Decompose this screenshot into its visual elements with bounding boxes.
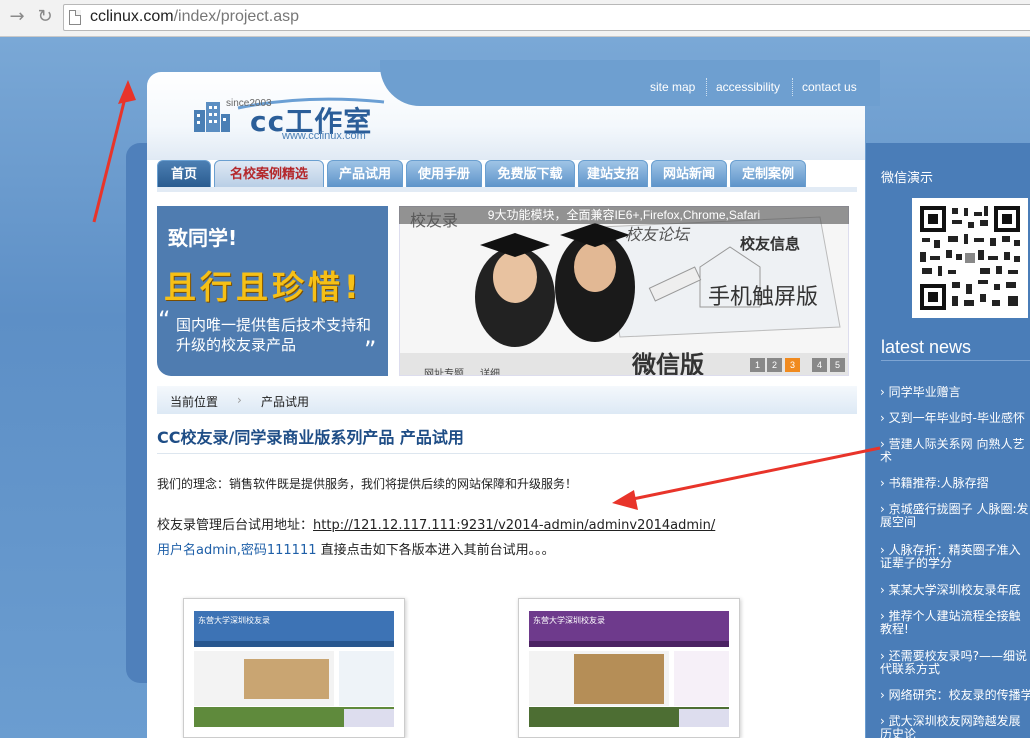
accessibility-link[interactable]: accessibility [716,80,780,94]
news-item-label: 同学毕业赠言 [888,386,961,399]
thumbnail-title: 东营大学深圳校友录 [198,616,270,625]
tab-news[interactable]: 网站新闻 [651,160,727,188]
left-frame-strip [126,143,148,683]
contact-us-link[interactable]: contact us [802,80,857,94]
qr-code-icon [918,204,1022,312]
tab-featured-cases[interactable]: 名校案例精选 [214,160,324,188]
admin-url-line: 校友录管理后台试用地址：http://121.12.117.111:9231/v… [157,514,715,533]
news-item[interactable]: › 又到一年毕业时-毕业感怀 [880,412,1030,425]
banner-overlay-text: 微信版 [632,351,704,376]
latest-news-title: latest news [881,337,972,357]
news-item[interactable]: › 人脉存折：精英圈子准入证辈子的学分 [880,544,1030,572]
news-item[interactable]: › 还需要校友录吗?——细说代联系方式 [880,650,1030,678]
url-text: cclinux.com/index/project.asp [90,8,299,26]
slide-page-3[interactable]: 3 [785,358,800,372]
wechat-qr-code [912,198,1028,318]
thumbnail-title: 东营大学深圳校友录 [533,616,605,625]
forward-icon[interactable]: → [6,6,28,28]
news-item-label: 人脉存折：精英圈子准入证辈子的学分 [880,544,1021,570]
news-item-label: 某某大学深圳校友录年底 [888,584,1021,597]
page-icon [69,10,81,25]
breadcrumb-label: 当前位置 [170,395,219,409]
reload-icon[interactable]: ↻ [34,6,56,28]
admin-url-label: 校友录管理后台试用地址： [157,518,314,533]
breadcrumb-current[interactable]: 产品试用 [261,393,309,410]
url-host: cclinux.com [90,8,174,25]
open-quote-icon: “ [158,306,171,334]
news-item-label: 营建人际关系网 向熟人艺术 [880,438,1025,464]
tab-manual[interactable]: 使用手册 [406,160,482,188]
url-path: /index/project.asp [173,8,299,25]
title-divider [157,453,857,454]
news-item-label: 推荐个人建站流程全接触教程! [880,610,1021,636]
link-divider [792,78,793,96]
close-quote-icon: ” [364,336,377,364]
admin-url-link[interactable]: http://121.12.117.111:9231/v2014-admin/a… [313,518,715,533]
site-map-link[interactable]: site map [650,80,695,94]
news-item[interactable]: › 推荐个人建站流程全接触教程! [880,610,1030,638]
credentials-hint: 直接点击如下各版本进入其前台试用。。。 [316,543,555,558]
news-item[interactable]: › 网络研究：校友录的传播学 [880,689,1030,702]
news-item-label: 武大深圳校友网跨越发展历史论 [880,715,1021,738]
banner-tagline: 国内唯一提供售后技术支持和升级的校友录产品 [176,316,372,354]
news-item[interactable]: › 营建人际关系网 向熟人艺术 [880,438,1030,466]
slide-page-4[interactable]: 4 [812,358,827,372]
news-item-label: 京城盛行拢圈子 人脉圈:发展空间 [880,503,1029,529]
link-divider [706,78,707,96]
banner-caption: 9大功能模块，全面兼容IE6+,Firefox,Chrome,Safari [399,206,849,224]
wechat-title: 微信演示 [881,171,934,186]
banner-overlay-text: 校友信息 [740,235,801,253]
banner-overlay-text: 手机触屏版 [708,285,819,310]
banner-overlay-text: 网址专题 [424,369,464,376]
banner-overlay-text: 详细 [480,369,500,376]
tab-site-tips[interactable]: 建站支招 [578,160,648,188]
version-thumbnail-blue[interactable]: 东营大学深圳校友录 [183,598,405,738]
logo-url: www.cclinux.com [282,130,366,142]
news-item-label: 又到一年毕业时-毕业感怀 [888,412,1025,425]
slide-page-5[interactable]: 5 [830,358,845,372]
news-item[interactable]: › 京城盛行拢圈子 人脉圈:发展空间 [880,503,1030,531]
news-item-label: 网络研究：校友录的传播学 [888,689,1030,702]
breadcrumb: 当前位置 › 产品试用 [157,386,857,414]
nav-underline [157,187,857,192]
tab-free-download[interactable]: 免费版下载 [485,160,575,188]
browser-toolbar: → ↻ cclinux.com/index/project.asp [0,0,1030,37]
tab-custom-cases[interactable]: 定制案例 [730,160,806,188]
version-thumbnail-purple[interactable]: 东营大学深圳校友录 [518,598,740,738]
news-item[interactable]: › 同学毕业赠言 [880,386,1030,399]
slide-page-2[interactable]: 2 [767,358,782,372]
news-item[interactable]: › 某某大学深圳校友录年底 [880,584,1030,597]
banner-greeting: 致同学! [168,226,238,250]
latest-news-divider [881,360,1030,361]
news-item-label: 书籍推荐:人脉存摺 [888,477,989,490]
tab-home[interactable]: 首页 [157,160,211,188]
news-item[interactable]: › 武大深圳校友网跨越发展历史论 [880,715,1030,738]
credentials-text: 用户名admin,密码111111 [157,543,317,558]
news-item-label: 还需要校友录吗?——细说代联系方式 [880,650,1027,676]
philosophy-text: 我们的理念：销售软件既是提供服务，我们将提供后续的网站保障和升级服务！ [157,477,578,491]
news-item[interactable]: › 书籍推荐:人脉存摺 [880,477,1030,490]
tab-product-trial[interactable]: 产品试用 [327,160,403,188]
address-bar[interactable]: cclinux.com/index/project.asp [63,4,1030,31]
slide-page-1[interactable]: 1 [750,358,765,372]
credentials-line: 用户名admin,密码111111 直接点击如下各版本进入其前台试用。。。 [157,539,555,558]
banner-slideshow[interactable]: 校友论坛 校友信息 手机触屏版 微信版 校友录 网址专题 详细 [399,206,849,376]
banner-slogan: 且行且珍惜! [164,268,363,306]
banner-overlay-text: 校友论坛 [625,225,690,244]
page-title: CC校友录/同学录商业版系列产品 产品试用 [157,428,464,447]
breadcrumb-chevron-icon: › [237,393,242,407]
